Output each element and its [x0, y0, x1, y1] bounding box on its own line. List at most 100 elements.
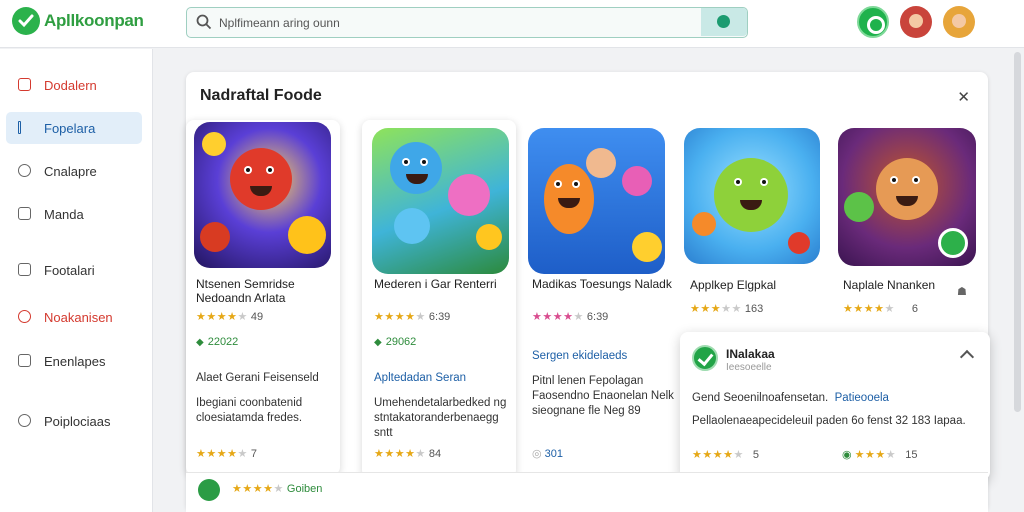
sidebar-item-enenlapes[interactable]: Enenlapes: [6, 345, 142, 377]
compass-icon: [18, 414, 31, 427]
popup-rating: ★★★★★ 5: [692, 448, 759, 461]
star-rating-icon: ★★★★: [854, 449, 897, 461]
scrollbar[interactable]: [1014, 52, 1021, 412]
rating-value: 163: [744, 303, 764, 315]
install-value: 29062: [385, 336, 417, 348]
install-count: ◆ 29062: [374, 336, 416, 348]
document-icon: [18, 207, 31, 220]
popup-subtitle: Ieesoeelle: [726, 362, 772, 373]
star-rating-icon: ★★★★★: [196, 448, 248, 460]
sidebar-item-label: Poiplociaas: [44, 414, 111, 429]
app-rating-secondary: ◎ 301: [532, 447, 563, 460]
top-bar: Apllkoonpan Nplfimeann aring ounn: [0, 0, 1024, 48]
app-title[interactable]: Naplale Nnanken: [843, 278, 935, 292]
sidebar-item-manda[interactable]: Manda: [6, 198, 142, 230]
sidebar-item-label: Footalari: [44, 263, 95, 278]
search-button[interactable]: [701, 8, 747, 36]
app-title[interactable]: Ntsenen Semridse Nedoandn Arlata: [196, 277, 336, 305]
app-category[interactable]: Sergen ekidelaeds: [532, 350, 627, 362]
app-thumbnail[interactable]: [684, 128, 820, 264]
inbox-icon: [18, 78, 31, 91]
search-go-icon: [717, 15, 730, 28]
rating-value: 6:39: [428, 311, 451, 323]
check-circle-icon: [692, 345, 718, 371]
popup-line: Gend Seoenilnoafensetan. Patieooela: [692, 392, 889, 404]
sidebar-item-label: Noakanisen: [44, 310, 113, 325]
star-rating-icon: ★★★★★: [374, 448, 426, 460]
popup-link[interactable]: Patieooela: [835, 392, 889, 404]
app-title[interactable]: Mederen i Gar Renterri: [374, 277, 514, 291]
download-icon[interactable]: ☗: [957, 285, 967, 298]
star-rating-icon: ★★★★★: [196, 311, 248, 323]
app-rating-secondary: ★★★★★ 84: [374, 447, 441, 460]
rating-value: 5: [752, 449, 760, 461]
app-rating: ★★★★★ 163: [690, 302, 763, 315]
alert-icon: [18, 310, 31, 323]
app-rating-secondary: ★★★★★ 7: [196, 447, 257, 460]
close-icon[interactable]: ✕: [957, 88, 970, 106]
badge-icon: ◉: [842, 449, 852, 461]
avatar[interactable]: [900, 6, 932, 38]
app-card[interactable]: Mederen i Gar Renterri ★★★★★ 6:39 ◆ 29062…: [362, 120, 516, 478]
popup-title: INalakaa: [726, 347, 775, 361]
avatar-profile[interactable]: [943, 6, 975, 38]
app-rating: ★★★★★ 6:39: [532, 310, 608, 323]
app-card[interactable]: Madikas Toesungs Naladk ★★★★★ 6:39 Serge…: [520, 120, 674, 475]
app-category[interactable]: Alaet Gerani Feisenseld: [196, 372, 319, 384]
trend-up-icon: ◆: [196, 337, 204, 348]
rating-value: 49: [250, 311, 264, 323]
app-thumbnail[interactable]: [528, 128, 665, 274]
rating-value: 6:39: [586, 311, 609, 323]
star-rating-icon: ★★★★★: [374, 311, 426, 323]
app-rating: ★★★★★ 6: [843, 302, 918, 315]
app-thumbnail[interactable]: [194, 122, 331, 268]
chevron-up-icon[interactable]: [959, 349, 975, 365]
app-icon[interactable]: [198, 479, 220, 501]
sidebar-item-label: Enenlapes: [44, 354, 106, 369]
install-value: 22022: [207, 336, 239, 348]
app-name[interactable]: Apllkoonpan: [44, 11, 144, 31]
clock-icon: [18, 164, 31, 177]
app-title[interactable]: Madikas Toesungs Naladk: [532, 277, 672, 291]
app-description: Ibegiani coonbatenid cloesiatamda fredes…: [196, 397, 303, 424]
sidebar: Dodalern Fopelara Cnalapre Manda Footala…: [0, 49, 153, 512]
sidebar-item-cnalapre[interactable]: Cnalapre: [6, 155, 142, 187]
app-rating: ★★★★★ 6:39: [374, 310, 450, 323]
app-rating: ★★★★★ 49: [196, 310, 263, 323]
rating-value: 7: [250, 448, 258, 460]
app-card[interactable]: Ntsenen Semridse Nedoandn Arlata ★★★★★ 4…: [186, 120, 340, 475]
sidebar-item-footalari[interactable]: Footalari: [6, 254, 142, 286]
sidebar-item-label: Fopelara: [44, 121, 96, 136]
install-popup[interactable]: INalakaa Ieesoeelle Gend Seoenilnoafense…: [680, 332, 990, 480]
app-category[interactable]: Apltedadan Seran: [374, 372, 466, 384]
app-logo-icon[interactable]: [12, 7, 40, 35]
popup-line-text: Gend Seoenilnoafensetan.: [692, 392, 829, 404]
search-icon: [196, 14, 212, 30]
app-title[interactable]: Applkep Elgpkal: [690, 278, 776, 292]
rating-value: 15: [905, 449, 918, 461]
sidebar-item-label: Cnalapre: [44, 164, 97, 179]
sidebar-item-dodalern[interactable]: Dodalern: [6, 69, 142, 101]
popup-description: Pellaolenaeapecideleuil paden 6o fenst 3…: [692, 415, 966, 427]
star-rating-icon: ★★★★★: [690, 303, 742, 315]
sidebar-item-poiplociaas[interactable]: Poiplociaas: [6, 405, 142, 437]
search-input[interactable]: Nplfimeann aring ounn: [219, 16, 340, 30]
search-bar[interactable]: Nplfimeann aring ounn: [186, 7, 748, 38]
rating-value: 6: [911, 303, 919, 315]
sidebar-item-fopelara[interactable]: Fopelara: [6, 112, 142, 144]
sidebar-item-label: Dodalern: [44, 78, 97, 93]
star-rating-icon: ★★★★★: [692, 449, 744, 461]
app-thumbnail[interactable]: [838, 128, 976, 266]
install-count: ◆ 22022: [196, 336, 238, 348]
play-icon[interactable]: [857, 6, 889, 38]
rating-value: Goiben: [286, 483, 323, 495]
star-rating-icon: ★★★★★: [843, 303, 895, 315]
popup-rating-secondary: ◉ ★★★★ 15: [842, 448, 917, 461]
active-marker-icon: [18, 121, 21, 134]
app-thumbnail[interactable]: [372, 128, 509, 274]
app-description: Pitnl lenen Fepolagan Faosendno Enaonela…: [532, 375, 674, 417]
app-rating: ★★★★★ Goiben: [232, 482, 322, 495]
rating-value: 84: [428, 448, 442, 460]
sidebar-item-noakanisen[interactable]: Noakanisen: [6, 301, 142, 333]
panel-title: Nadraftal Foode: [200, 87, 322, 104]
